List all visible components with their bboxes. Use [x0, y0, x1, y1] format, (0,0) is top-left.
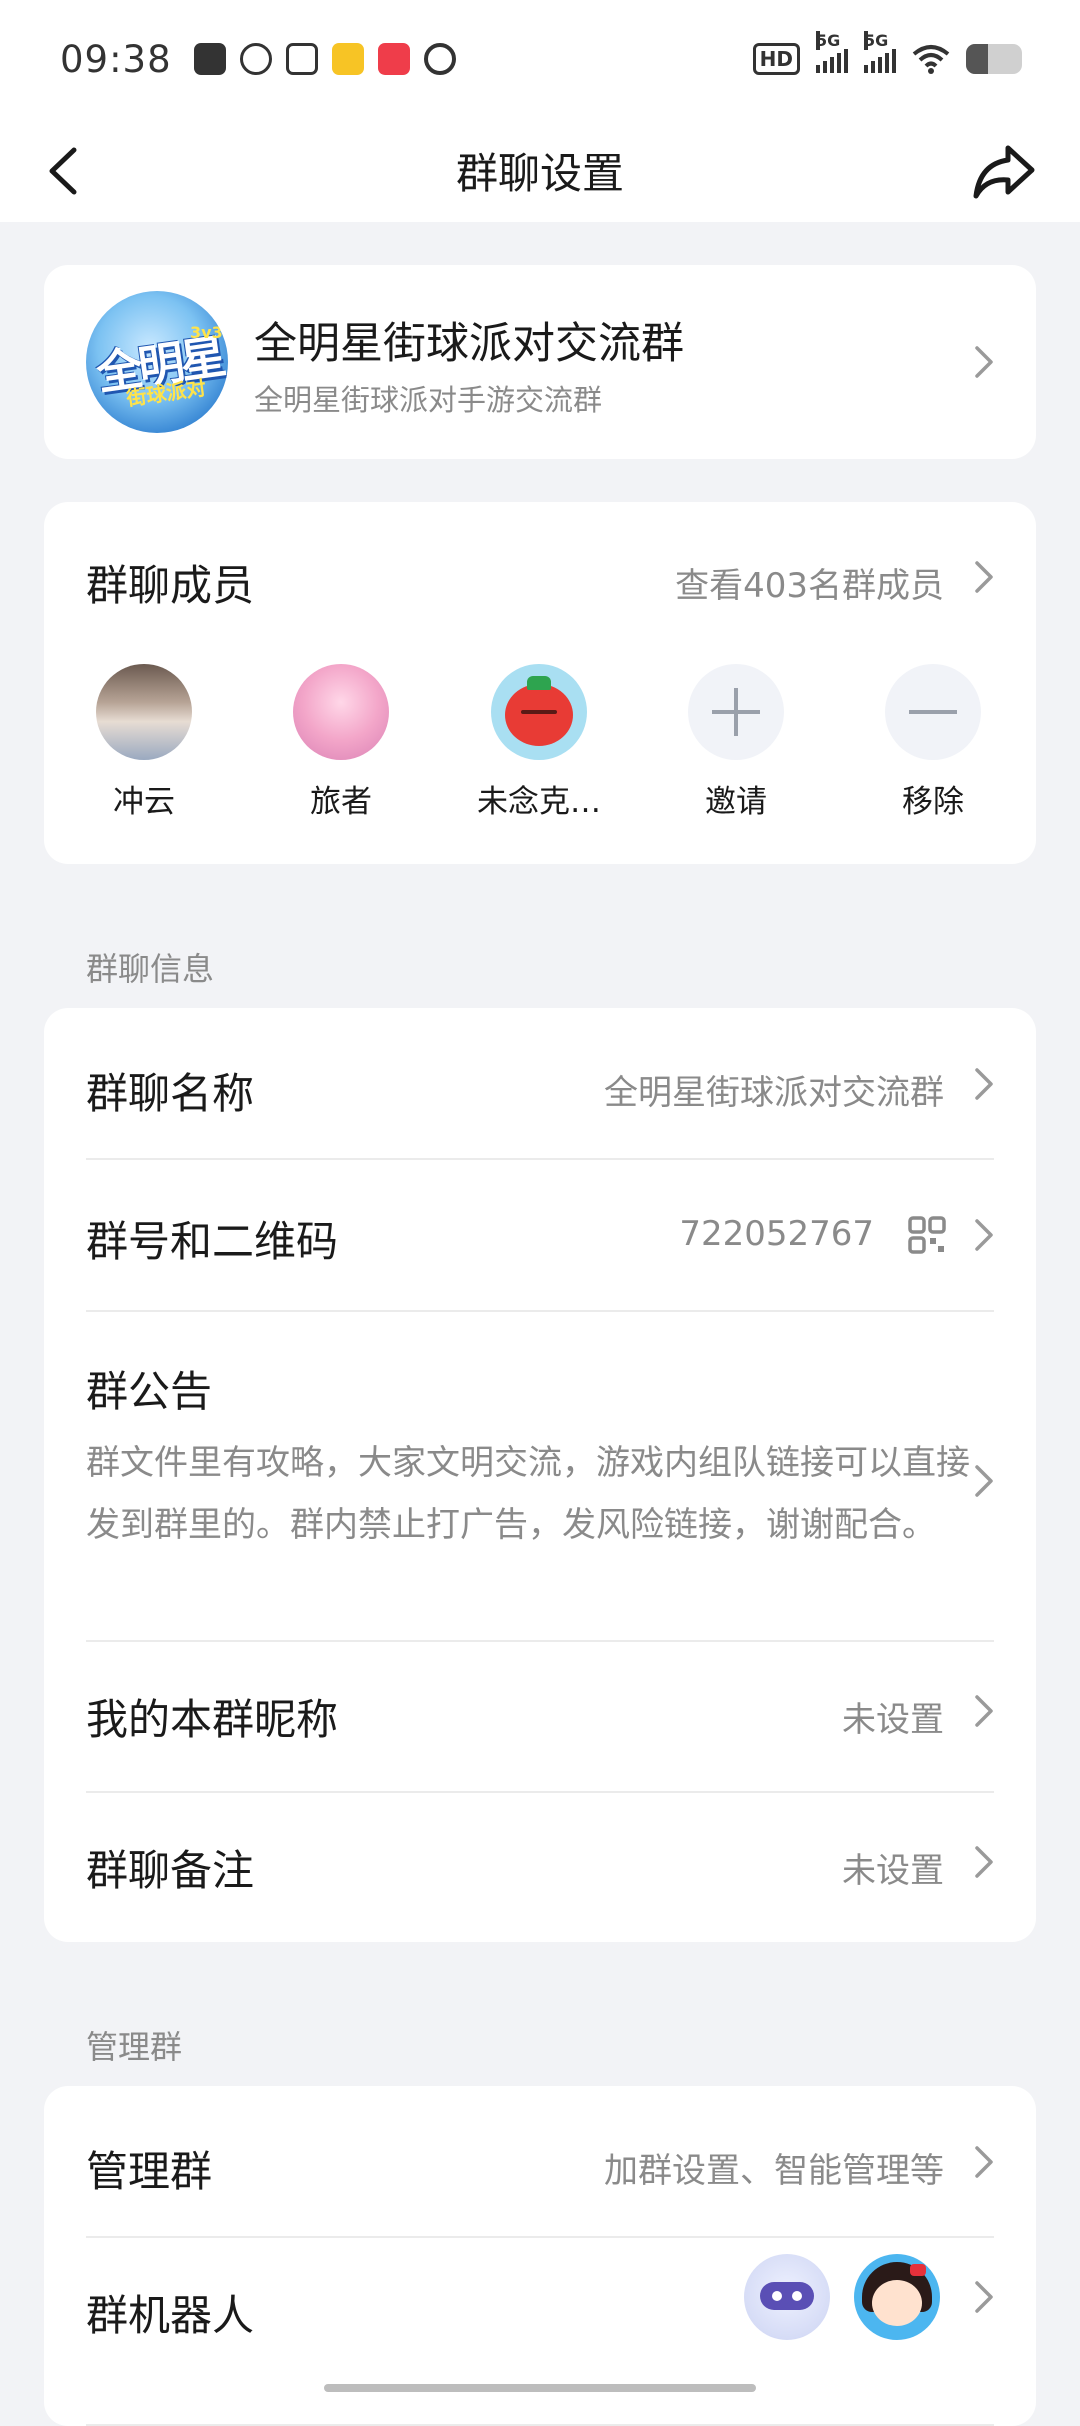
chevron-right-icon — [975, 346, 993, 378]
group-name-value: 全明星街球派对交流群 — [604, 1073, 944, 1113]
chevron-right-icon — [975, 1068, 993, 1100]
chevron-right-icon — [975, 1465, 993, 1497]
my-nickname-title: 我的本群昵称 — [86, 1695, 339, 1744]
member-item[interactable]: 冲云 — [69, 664, 219, 821]
avatar — [293, 664, 389, 760]
page-title: 群聊设置 — [455, 148, 624, 198]
chevron-left-icon[interactable] — [40, 146, 88, 196]
group-robot-row[interactable]: 群机器人 — [44, 2238, 1036, 2388]
group-name: 全明星街球派对交流群 — [254, 319, 684, 369]
group-notice-title: 群公告 — [86, 1367, 213, 1416]
battery-level — [966, 44, 989, 74]
group-name-title: 群聊名称 — [86, 1069, 255, 1118]
group-id-row[interactable]: 群号和二维码 722052767 — [44, 1160, 1036, 1310]
signal-2-label: 5G — [864, 31, 889, 50]
chevron-right-icon — [975, 2281, 993, 2313]
remove-member-button[interactable]: 移除 — [858, 664, 1008, 821]
view-all-members-link[interactable]: 查看403名群成员 — [675, 558, 944, 607]
section-label-info: 群聊信息 — [86, 950, 215, 988]
members-card: 群聊成员 查看403名群成员 冲云 旅者 未念克… 邀请 移除 — [44, 502, 1036, 864]
invite-label: 邀请 — [705, 784, 767, 820]
news-icon — [285, 43, 318, 75]
manage-card: 管理群 加群设置、智能管理等 群机器人 — [44, 2086, 1036, 2426]
group-info-card: 群聊名称 全明星街球派对交流群 群号和二维码 722052767 群公告 群文件… — [44, 1008, 1036, 1942]
avatar-logo-mark: 3v3 — [190, 323, 223, 342]
signal-1-label: 5G — [816, 31, 841, 50]
chevron-right-icon — [975, 1846, 993, 1878]
wifi-icon — [912, 45, 950, 74]
member-item[interactable]: 旅者 — [266, 664, 416, 821]
status-bar: 09:38 HD 5G 5G — [0, 0, 1080, 118]
browser-icon — [423, 43, 456, 75]
nav-bar: 群聊设置 — [0, 118, 1080, 222]
member-name: 冲云 — [113, 784, 175, 820]
my-nickname-row[interactable]: 我的本群昵称 未设置 — [44, 1642, 1036, 1792]
group-robot-title: 群机器人 — [86, 2291, 255, 2340]
signal-1-icon: 5G — [816, 31, 848, 73]
member-item[interactable]: 未念克… — [464, 664, 614, 821]
group-id-value: 722052767 — [679, 1214, 874, 1254]
remove-label: 移除 — [902, 784, 964, 820]
section-label-manage: 管理群 — [86, 2028, 183, 2066]
manage-group-title: 管理群 — [86, 2147, 213, 2196]
member-name: 未念克… — [477, 784, 601, 820]
message-icon — [193, 43, 226, 75]
group-name-row[interactable]: 群聊名称 全明星街球派对交流群 — [44, 1008, 1036, 1158]
group-remark-value: 未设置 — [842, 1851, 944, 1891]
group-remark-row[interactable]: 群聊备注 未设置 — [44, 1793, 1036, 1942]
group-remark-title: 群聊备注 — [86, 1846, 255, 1895]
battery-icon — [966, 44, 1022, 74]
invite-member-button[interactable]: 邀请 — [661, 664, 811, 821]
home-indicator[interactable] — [324, 2384, 756, 2392]
manage-group-row[interactable]: 管理群 加群设置、智能管理等 — [44, 2086, 1036, 2236]
qr-code-icon — [908, 1216, 946, 1254]
chevron-right-icon — [975, 2146, 993, 2178]
group-profile-card[interactable]: 全明星 街球派对 3v3 全明星街球派对交流群 全明星街球派对手游交流群 — [44, 265, 1036, 459]
manage-group-value: 加群设置、智能管理等 — [604, 2151, 944, 2191]
chevron-right-icon — [975, 1695, 993, 1727]
avatar — [96, 664, 192, 760]
chevron-right-icon — [975, 1219, 993, 1251]
members-title: 群聊成员 — [86, 561, 255, 610]
group-id-title: 群号和二维码 — [86, 1217, 339, 1266]
notification-icons — [193, 43, 456, 75]
group-avatar: 全明星 街球派对 3v3 — [86, 291, 228, 433]
group-notice-row[interactable]: 群公告 群文件里有攻略，大家文明交流，游戏内组队链接可以直接发到群里的。群内禁止… — [44, 1312, 1036, 1646]
avatar — [491, 664, 587, 760]
hd-badge: HD — [752, 43, 800, 75]
tomato-face — [521, 710, 557, 714]
qq-icon — [239, 43, 272, 75]
status-right: HD 5G 5G — [752, 31, 1022, 75]
meituan-icon — [331, 43, 364, 75]
tomato-icon — [505, 684, 573, 746]
xiaohongshu-icon — [377, 43, 410, 75]
member-name: 旅者 — [310, 784, 372, 820]
robot-avatar — [854, 2254, 940, 2340]
group-description: 全明星街球派对手游交流群 — [254, 383, 603, 417]
my-nickname-value: 未设置 — [842, 1700, 944, 1740]
signal-2-icon: 5G — [864, 31, 896, 73]
robot-avatar — [744, 2254, 830, 2340]
share-icon[interactable] — [972, 142, 1036, 202]
minus-icon — [885, 664, 981, 760]
tomato-leaf — [527, 676, 551, 690]
status-time: 09:38 — [60, 37, 172, 81]
plus-icon — [688, 664, 784, 760]
group-notice-text: 群文件里有攻略，大家文明交流，游戏内组队链接可以直接发到群里的。群内禁止打广告，… — [86, 1443, 970, 1545]
chevron-right-icon — [975, 561, 993, 593]
